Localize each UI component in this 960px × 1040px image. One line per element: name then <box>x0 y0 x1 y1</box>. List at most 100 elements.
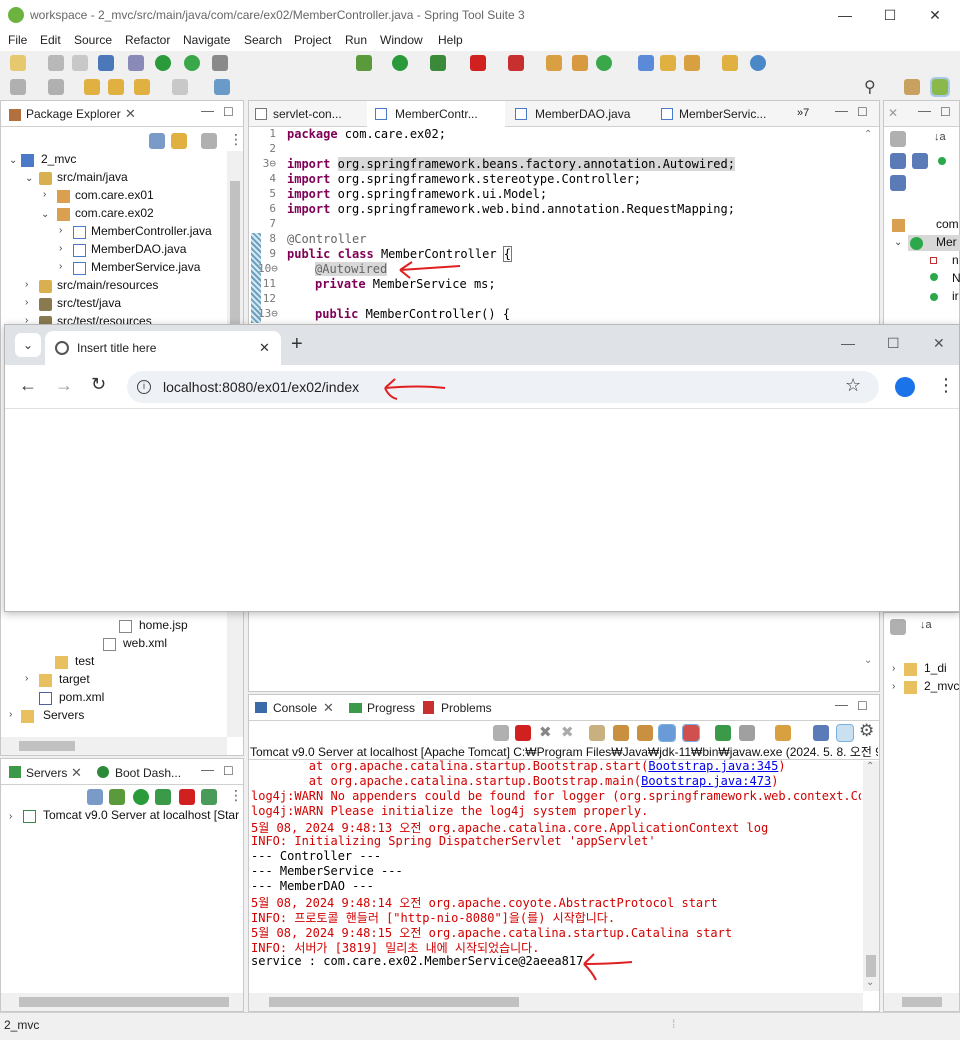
hide-fields-icon[interactable] <box>890 153 906 169</box>
show-on-stdout-icon[interactable] <box>658 724 676 742</box>
tree-file-home-jsp[interactable]: home.jsp <box>139 618 188 632</box>
spring-perspective-icon[interactable] <box>930 77 950 97</box>
collapse-all-icon[interactable] <box>149 133 165 149</box>
close-button[interactable]: ✕ <box>920 4 950 26</box>
view-menu-icon[interactable]: ⋮ <box>229 131 243 148</box>
external-tools-icon[interactable] <box>508 55 524 71</box>
menu-search[interactable]: Search <box>244 33 282 47</box>
tab-servers[interactable]: Servers <box>26 766 67 780</box>
minimize-view-icon[interactable]: — <box>201 103 214 118</box>
pin-console-icon[interactable] <box>715 725 731 741</box>
code-line-4[interactable]: import org.springframework.stereotype.Co… <box>287 172 641 186</box>
back-edit-icon[interactable] <box>84 79 100 95</box>
jar-icon[interactable] <box>722 55 738 71</box>
console-vscroll[interactable]: ⌃ ⌄ <box>863 761 879 991</box>
maximize-view-icon[interactable]: ☐ <box>857 699 868 713</box>
more-tabs-button[interactable]: »7 <box>797 107 809 119</box>
open-perspective-icon[interactable] <box>904 79 920 95</box>
code-line-1[interactable]: package com.care.ex02; <box>287 127 446 141</box>
filter-icon[interactable] <box>201 133 217 149</box>
open-console-icon[interactable] <box>775 725 791 741</box>
minimize-view-icon[interactable]: — <box>835 697 848 712</box>
tree-folder-target[interactable]: target <box>59 672 90 686</box>
menu-file[interactable]: File <box>8 33 27 47</box>
code-line-5[interactable]: import org.springframework.ui.Model; <box>287 187 547 201</box>
outline-item-method[interactable]: ir <box>952 289 959 303</box>
tree-file-web-xml[interactable]: web.xml <box>123 636 167 650</box>
code-line-3[interactable]: import org.springframework.beans.factory… <box>287 157 735 171</box>
console-hscroll[interactable] <box>249 993 863 1011</box>
browser-minimize-button[interactable]: — <box>841 335 855 351</box>
collapse-chevron-icon[interactable]: › <box>25 297 28 308</box>
stack-trace-link[interactable]: Bootstrap.java:345 <box>648 759 778 773</box>
editor-tab-servlet[interactable]: servlet-con... <box>273 107 342 121</box>
tab-package-explorer[interactable]: Package Explorer <box>26 107 121 121</box>
tree-project-2mvc[interactable]: 2_mvc <box>41 152 76 166</box>
tree-file-membercontroller[interactable]: MemberController.java <box>91 224 212 238</box>
collapse-chevron-icon[interactable]: › <box>9 811 12 822</box>
collapse-chevron-icon[interactable]: › <box>25 279 28 290</box>
globe-icon[interactable] <box>750 55 766 71</box>
close-tab-icon[interactable]: ✕ <box>125 106 136 122</box>
close-tab-icon[interactable]: ✕ <box>323 700 334 716</box>
link-editor-icon[interactable] <box>171 133 187 149</box>
outline-item-field[interactable]: n <box>952 253 959 267</box>
tree-file-memberservice[interactable]: MemberService.java <box>91 260 200 274</box>
collapse-chevron-icon[interactable]: › <box>892 681 895 692</box>
maximize-button[interactable]: ☐ <box>875 4 905 26</box>
menu-run[interactable]: Run <box>345 33 367 47</box>
back-arrow-icon[interactable]: ← <box>19 375 37 396</box>
tree-file-memberdao[interactable]: MemberDAO.java <box>91 242 186 256</box>
clear-console-icon[interactable] <box>589 725 605 741</box>
run-icon[interactable] <box>392 55 408 71</box>
tree-servers[interactable]: Servers <box>43 708 84 722</box>
settings-gear-icon[interactable]: ⚙ <box>859 721 874 741</box>
forward-edit-icon[interactable] <box>108 79 124 95</box>
editor-tab-membercontroller[interactable]: MemberContr... <box>395 107 478 121</box>
forward-icon[interactable] <box>172 79 188 95</box>
next-annotation-icon[interactable] <box>48 79 64 95</box>
collapse-all-icon[interactable] <box>87 789 103 805</box>
maximize-view-icon[interactable]: ☐ <box>857 105 868 119</box>
tab-boot-dash[interactable]: Boot Dash... <box>115 766 181 780</box>
tree-src-main-java[interactable]: src/main/java <box>57 170 128 184</box>
new-tab-button[interactable]: + <box>291 333 303 356</box>
task-icon[interactable] <box>638 55 654 71</box>
editor-tab-memberservice[interactable]: MemberServic... <box>679 107 766 121</box>
forward-arrow-icon[interactable]: → <box>55 375 73 396</box>
refresh-icon[interactable] <box>184 55 200 71</box>
close-tab-icon[interactable]: ✕ <box>259 340 270 356</box>
scroll-lock-icon[interactable] <box>613 725 629 741</box>
reload-icon[interactable]: ↻ <box>91 374 106 395</box>
word-wrap-icon[interactable] <box>637 725 653 741</box>
outline-item-class[interactable]: Mer <box>936 235 957 249</box>
expand-chevron-icon[interactable]: ⌄ <box>25 173 33 184</box>
remove-launch-icon[interactable] <box>493 725 509 741</box>
browser-close-button[interactable]: ✕ <box>933 335 945 352</box>
maximize-view-icon[interactable]: ☐ <box>223 764 234 778</box>
right-item-1di[interactable]: 1_di <box>924 661 947 675</box>
site-info-icon[interactable]: i <box>137 380 151 394</box>
minimize-view-icon[interactable]: — <box>918 103 931 118</box>
copy-icon[interactable] <box>813 725 829 741</box>
collapse-chevron-icon[interactable]: › <box>59 243 62 254</box>
profile-server-icon[interactable] <box>155 789 171 805</box>
address-bar[interactable]: i localhost:8080/ex01/ex02/index ☆ <box>127 371 879 403</box>
menu-help[interactable]: Help <box>438 33 463 47</box>
folder-icon[interactable] <box>660 55 676 71</box>
tab-problems[interactable]: Problems <box>441 701 492 715</box>
menu-project[interactable]: Project <box>294 33 331 47</box>
minimize-view-icon[interactable]: — <box>201 762 214 777</box>
tab-search-button[interactable]: ⌄ <box>15 333 41 357</box>
back-icon[interactable] <box>134 79 150 95</box>
hide-static-icon[interactable] <box>912 153 928 169</box>
tab-console[interactable]: Console <box>273 701 317 715</box>
boot-icon[interactable] <box>155 55 171 71</box>
profile-avatar-icon[interactable] <box>895 377 915 397</box>
spring-console-icon[interactable] <box>836 724 854 742</box>
search-icon[interactable] <box>128 55 144 71</box>
save-all-icon[interactable] <box>72 55 88 71</box>
sync-icon[interactable] <box>596 55 612 71</box>
bookmark-star-icon[interactable]: ☆ <box>845 375 861 396</box>
outline-item-package[interactable]: com <box>936 217 959 231</box>
